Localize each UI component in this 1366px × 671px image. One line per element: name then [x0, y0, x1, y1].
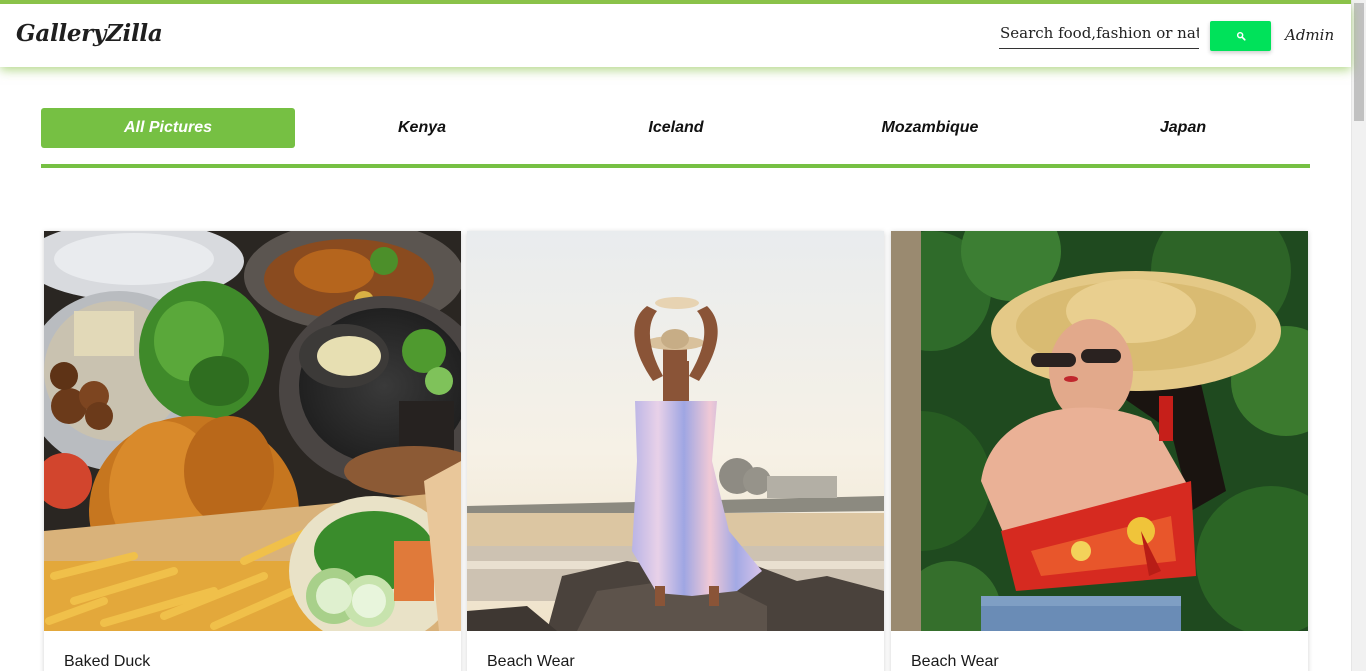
tab-japan[interactable]: Japan — [1056, 108, 1310, 148]
woman-sun-hat-photo[interactable] — [891, 231, 1308, 631]
navbar: GalleryZilla Admin — [0, 4, 1351, 67]
food-plate-photo[interactable] — [44, 231, 461, 631]
card-title: Beach Wear — [487, 653, 575, 670]
woman-beach-dress-photo[interactable] — [467, 231, 884, 631]
scrollbar-thumb[interactable] — [1354, 3, 1364, 121]
tab-all-pictures[interactable]: All Pictures — [41, 108, 295, 148]
card-title: Baked Duck — [64, 653, 151, 670]
tab-kenya[interactable]: Kenya — [295, 108, 549, 148]
search-button[interactable] — [1210, 21, 1271, 51]
vertical-scrollbar[interactable] — [1351, 0, 1366, 671]
search-field — [999, 18, 1199, 49]
gallery-card[interactable]: Beach Wear — [467, 231, 884, 671]
gallery-card[interactable]: Beach Wear — [891, 231, 1308, 671]
admin-link[interactable]: Admin — [1285, 26, 1334, 44]
gallery-card[interactable]: Baked Duck — [44, 231, 461, 671]
card-title: Beach Wear — [911, 653, 999, 670]
tab-iceland[interactable]: Iceland — [549, 108, 803, 148]
tabs-underline — [41, 164, 1310, 168]
category-tabs: All Pictures Kenya Iceland Mozambique Ja… — [41, 108, 1310, 148]
search-icon — [1236, 29, 1246, 44]
tab-mozambique[interactable]: Mozambique — [803, 108, 1057, 148]
search-input[interactable] — [999, 18, 1199, 48]
brand-logo[interactable]: GalleryZilla — [16, 20, 163, 47]
